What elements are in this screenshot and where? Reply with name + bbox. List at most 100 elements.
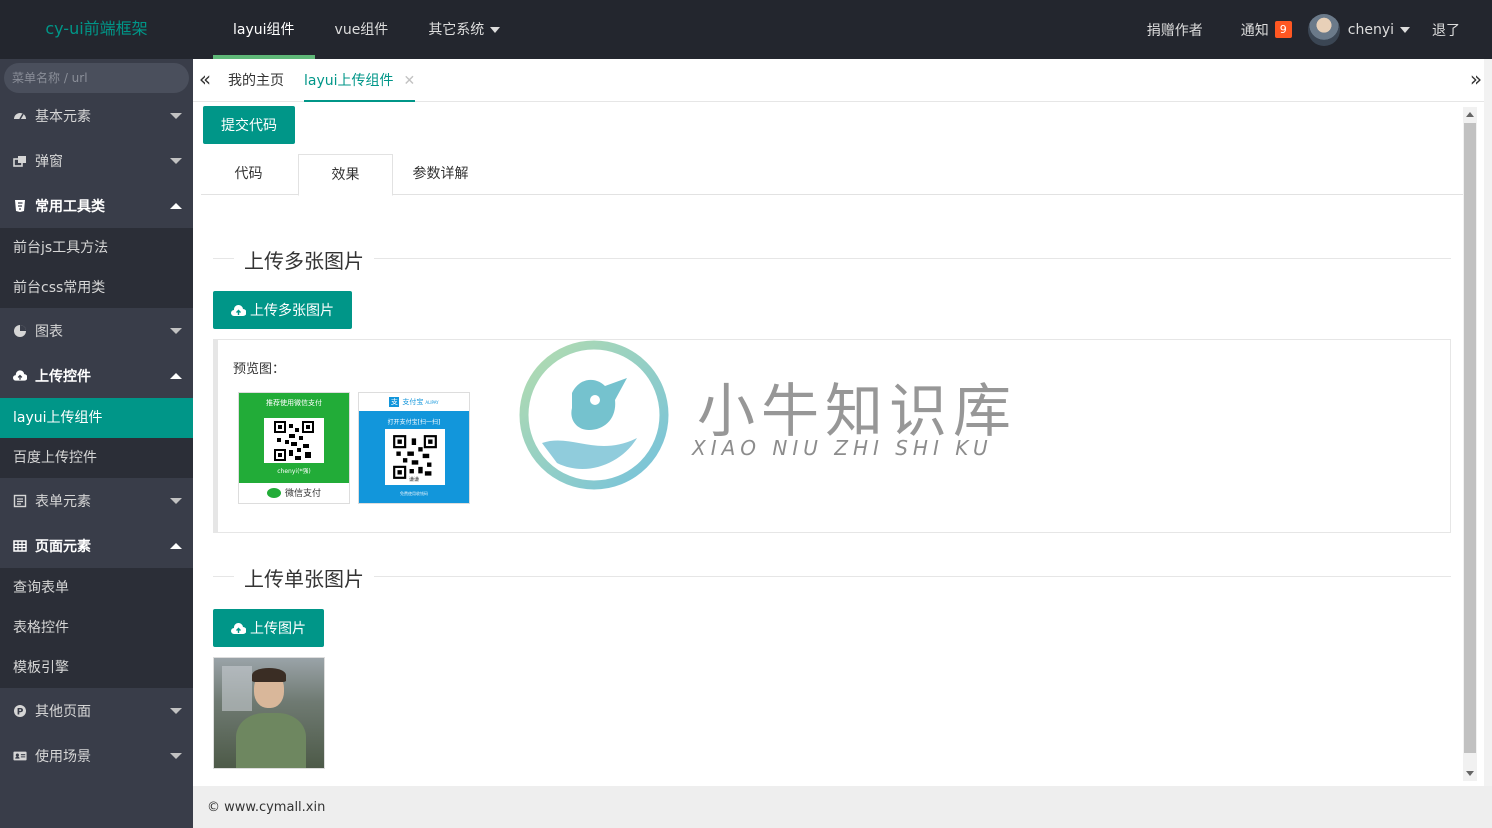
sidebar-item-template-engine[interactable]: 模板引擎 bbox=[0, 648, 193, 688]
chevron-down-icon bbox=[170, 328, 182, 334]
chevron-up-icon bbox=[170, 203, 182, 209]
svg-text:P: P bbox=[17, 707, 24, 717]
upload-single-label: 上传图片 bbox=[250, 621, 306, 637]
chevron-up-icon bbox=[170, 373, 182, 379]
windows-icon bbox=[13, 154, 27, 168]
preview-image-alipay[interactable]: 支 支付宝 ALIPAY 打开支付宝[扫一扫] 谦谦 免费使用收钱码 bbox=[358, 392, 470, 504]
scroll-thumb[interactable] bbox=[1464, 123, 1476, 753]
chevron-down-icon bbox=[170, 498, 182, 504]
sidebar-group-label: 常用工具类 bbox=[35, 198, 105, 215]
wechat-pay-label: 微信支付 bbox=[284, 489, 321, 499]
menu-search-input[interactable] bbox=[12, 71, 182, 85]
user-name: chenyi bbox=[1347, 21, 1394, 38]
section-title-multi: 上传多张图片 bbox=[234, 245, 374, 274]
sidebar-item-css-classes[interactable]: 前台css常用类 bbox=[0, 268, 193, 308]
notice-label: 通知 bbox=[1240, 22, 1269, 39]
nav-layui[interactable]: layui组件 bbox=[213, 0, 315, 59]
sidebar-item-js-tools[interactable]: 前台js工具方法 bbox=[0, 228, 193, 268]
wechat-qr-name: chenyi(*强) bbox=[277, 468, 311, 475]
user-menu[interactable]: chenyi bbox=[1307, 13, 1410, 46]
page-footer: © www.cymall.xin bbox=[193, 786, 1492, 828]
close-icon[interactable]: ✕ bbox=[404, 73, 416, 89]
watermark-logo bbox=[517, 338, 671, 492]
sidebar-group-other[interactable]: P 其他页面 bbox=[0, 688, 193, 733]
sidebar-item-layui-upload[interactable]: layui上传组件 bbox=[0, 398, 193, 438]
sidebar-group-tools[interactable]: 常用工具类 bbox=[0, 183, 193, 228]
wechat-qr-header: 推荐使用微信支付 bbox=[266, 399, 322, 407]
donate-link[interactable]: 捐赠作者 bbox=[1147, 20, 1203, 40]
sidebar-group-label: 表单元素 bbox=[35, 493, 91, 510]
chevron-down-icon bbox=[170, 753, 182, 759]
header-right: 捐赠作者 通知 9 chenyi 退了 bbox=[1109, 0, 1460, 59]
alipay-footer: 免费使用收钱码 bbox=[400, 491, 428, 496]
table-icon bbox=[13, 539, 27, 553]
cloud-upload-icon bbox=[231, 304, 246, 317]
avatar bbox=[1307, 13, 1340, 46]
sidebar: 基本元素 弹窗 常用工具类 前台js工具方法 前台css常用类 图表 上传控件 … bbox=[0, 59, 193, 828]
chevron-down-icon bbox=[170, 113, 182, 119]
page-tab-home[interactable]: 我的主页 bbox=[228, 59, 284, 102]
main-content: 提交代码 代码 效果 参数详解 上传多张图片 上传多张图片 预览图： 推荐使用微… bbox=[193, 102, 1463, 786]
sidebar-group-basic[interactable]: 基本元素 bbox=[0, 93, 193, 138]
notice-badge: 9 bbox=[1274, 21, 1292, 38]
nav-other-label: 其它系统 bbox=[428, 21, 485, 38]
alipay-header: 支 支付宝 ALIPAY bbox=[359, 393, 469, 411]
notice-link[interactable]: 通知 9 bbox=[1241, 20, 1292, 40]
wechat-pay-icon bbox=[266, 487, 281, 498]
submit-code-button[interactable]: 提交代码 bbox=[203, 106, 295, 144]
sidebar-group-label: 基本元素 bbox=[35, 108, 91, 125]
sidebar-group-upload[interactable]: 上传控件 bbox=[0, 353, 193, 398]
nav-vue[interactable]: vue组件 bbox=[315, 0, 409, 59]
content-tabs: 代码 效果 参数详解 bbox=[201, 154, 1463, 196]
upload-multi-button[interactable]: 上传多张图片 bbox=[213, 291, 352, 329]
uploaded-photo[interactable] bbox=[213, 657, 325, 769]
cloud-upload-icon bbox=[231, 622, 246, 635]
sidebar-group-scenarios[interactable]: 使用场景 bbox=[0, 733, 193, 778]
sidebar-search bbox=[4, 63, 189, 93]
sidebar-item-table-control[interactable]: 表格控件 bbox=[0, 608, 193, 648]
sidebar-group-label: 页面元素 bbox=[35, 538, 91, 555]
tab-effect[interactable]: 效果 bbox=[298, 154, 393, 196]
sidebar-item-query-form[interactable]: 查询表单 bbox=[0, 568, 193, 608]
sidebar-group-popup[interactable]: 弹窗 bbox=[0, 138, 193, 183]
sidebar-group-page[interactable]: 页面元素 bbox=[0, 523, 193, 568]
sidebar-group-form[interactable]: 表单元素 bbox=[0, 478, 193, 523]
tab-code[interactable]: 代码 bbox=[201, 154, 296, 195]
scroll-down-icon[interactable] bbox=[1466, 771, 1474, 776]
sidebar-group-charts[interactable]: 图表 bbox=[0, 308, 193, 353]
tabs-prev-icon[interactable]: « bbox=[193, 59, 217, 101]
watermark-en: XIAO NIU ZHI SHI KU bbox=[692, 436, 993, 460]
chevron-down-icon bbox=[170, 708, 182, 714]
logout-link[interactable]: 退了 bbox=[1432, 20, 1460, 40]
chevron-down-icon bbox=[170, 158, 182, 164]
alipay-logo-icon: 支 bbox=[389, 397, 400, 407]
chevron-up-icon bbox=[170, 543, 182, 549]
right-gutter bbox=[1484, 59, 1492, 786]
section-title-single: 上传单张图片 bbox=[234, 563, 374, 592]
preview-image-wechat[interactable]: 推荐使用微信支付 chenyi(*强) 微信支付 bbox=[238, 392, 350, 504]
dashboard-icon bbox=[13, 109, 27, 123]
page-tab-label: layui上传组件 bbox=[304, 73, 394, 89]
alipay-name: 谦谦 bbox=[408, 477, 419, 483]
page-tab-layui-upload[interactable]: layui上传组件 ✕ bbox=[304, 59, 416, 102]
tab-params[interactable]: 参数详解 bbox=[393, 154, 488, 195]
top-nav: layui组件 vue组件 其它系统 bbox=[213, 0, 520, 59]
upload-multi-label: 上传多张图片 bbox=[250, 303, 334, 319]
qr-code-icon bbox=[264, 418, 324, 463]
section-divider bbox=[213, 258, 1451, 259]
sidebar-group-label: 其他页面 bbox=[35, 703, 91, 720]
upload-single-button[interactable]: 上传图片 bbox=[213, 609, 324, 647]
sidebar-group-label: 图表 bbox=[35, 323, 63, 340]
sidebar-item-baidu-upload[interactable]: 百度上传控件 bbox=[0, 438, 193, 478]
top-header: cy-ui前端框架 layui组件 vue组件 其它系统 捐赠作者 通知 9 c… bbox=[0, 0, 1492, 59]
p-circle-icon: P bbox=[13, 704, 27, 718]
content-scrollbar[interactable] bbox=[1463, 107, 1477, 781]
sidebar-group-label: 弹窗 bbox=[35, 153, 63, 170]
nav-other-systems[interactable]: 其它系统 bbox=[408, 0, 520, 59]
app-logo[interactable]: cy-ui前端框架 bbox=[0, 0, 193, 59]
scroll-up-icon[interactable] bbox=[1466, 112, 1474, 117]
sidebar-group-label: 上传控件 bbox=[35, 368, 91, 385]
alipay-header-en: ALIPAY bbox=[425, 399, 439, 405]
wechat-pay-footer: 微信支付 bbox=[239, 486, 349, 499]
section-divider bbox=[213, 576, 1451, 577]
